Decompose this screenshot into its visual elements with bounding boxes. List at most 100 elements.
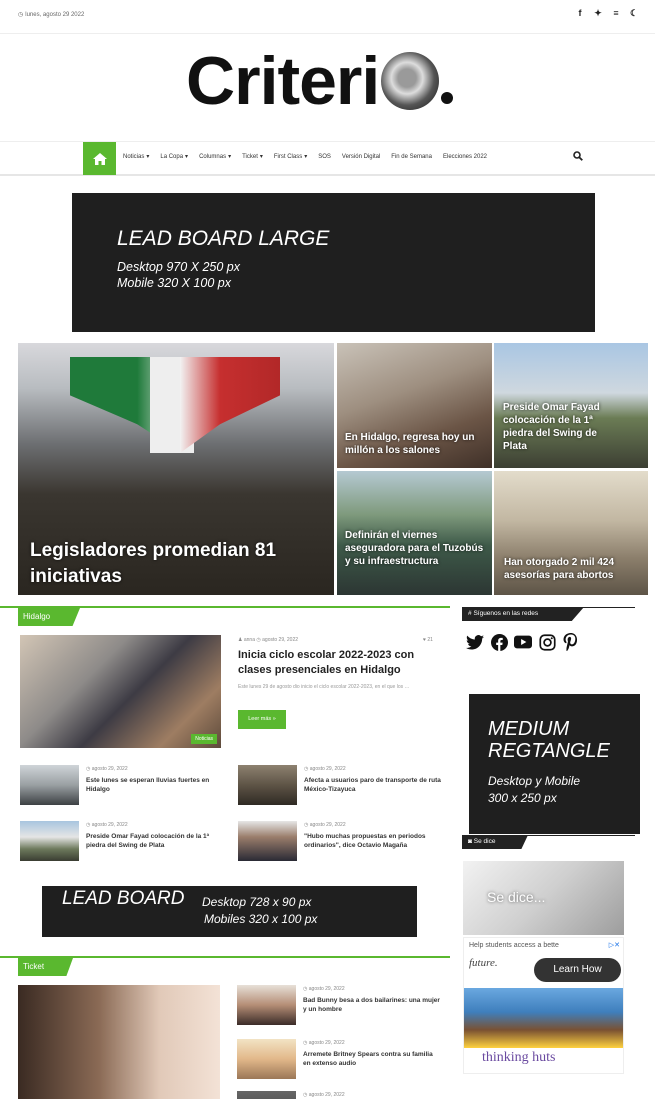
nav-item-noticias[interactable]: Noticias ▾ [123, 153, 149, 161]
flag-drape-red [180, 357, 280, 453]
list-item[interactable]: ◷ agosto 29, 2022 Bad Bunny besa a dos ba… [237, 985, 442, 1025]
sedice-text: Se dice... [487, 889, 546, 905]
ad-title: LEAD BOARD [62, 888, 185, 909]
hero-main-title[interactable]: Legisladores promedian 81 iniciativas [30, 538, 334, 590]
pinterest-icon[interactable] [562, 633, 580, 651]
current-date: ◷ lunes, agosto 29 2022 [18, 11, 85, 19]
nav-item-columnas[interactable]: Columnas ▾ [199, 153, 231, 161]
site-logo[interactable]: Criteri [186, 42, 486, 122]
ad-sizes: Desktop y Mobile 300 x 250 px [488, 773, 580, 807]
list-item-title[interactable]: Afecta a usuarios paro de transporte de … [304, 777, 441, 793]
ad-size: 300 x 250 px [488, 791, 557, 805]
list-item-thumb[interactable] [237, 985, 296, 1025]
twitter-icon[interactable] [466, 633, 484, 651]
nav-item-version-digital[interactable]: Versión Digital [342, 153, 380, 160]
section-label-hidalgo[interactable]: Hidalgo [18, 608, 80, 626]
moon-icon[interactable]: ☾ [629, 8, 639, 18]
ad-sizes: Desktop 728 x 90 px Mobiles 320 x 100 px [202, 894, 317, 928]
hero-story-5[interactable]: Han otorgado 2 mil 424 asesorías para ab… [494, 471, 648, 595]
list-item-thumb[interactable] [20, 821, 79, 861]
list-item[interactable]: ◷ agosto 29, 2022 [237, 1091, 442, 1099]
widget-label-follow: # Síguenos en las redes [462, 607, 584, 621]
sedice-image[interactable]: Se dice... [463, 861, 624, 935]
ad-lead-board-large[interactable]: LEAD BOARD LARGE Desktop 970 X 250 px Mo… [72, 193, 595, 332]
list-item-title[interactable]: Este lunes se esperan lluvias fuertes en… [86, 777, 209, 793]
facebook-icon[interactable]: f [575, 8, 585, 18]
top-icons: f ✦ ≡ ☾ [575, 8, 639, 18]
list-item-thumb[interactable] [20, 765, 79, 805]
camera-icon: ◙ [468, 838, 472, 845]
ad-title: LEAD BOARD LARGE [117, 227, 330, 250]
list-item-thumb[interactable] [238, 821, 297, 861]
section-label-ticket[interactable]: Ticket [18, 958, 73, 976]
hero-story-2[interactable]: En Hidalgo, regresa hoy un millón a los … [337, 343, 492, 468]
nav-item-first-class[interactable]: First Class ▾ [274, 153, 307, 161]
featured-meta: ♟ anna ◷ agosto 29, 2022 [238, 637, 298, 643]
widget-label-sedice: ◙ Se dice [462, 835, 528, 849]
hero-story-3-title[interactable]: Preside Omar Fayad colocación de la 1ª p… [503, 401, 623, 453]
ad-size-mobile: Mobiles 320 x 100 px [204, 912, 318, 926]
nav-item-sos[interactable]: SOS [318, 153, 331, 160]
ad-size-desktop-mobile: Desktop y Mobile [488, 774, 581, 788]
home-icon [92, 152, 107, 165]
youtube-icon[interactable] [514, 633, 532, 651]
list-item-thumb[interactable] [237, 1039, 296, 1079]
date-text: lunes, agosto 29 2022 [25, 11, 85, 18]
nav-item-elecciones-2022[interactable]: Elecciones 2022 [443, 153, 487, 160]
nav-item-la-copa[interactable]: La Copa ▾ [160, 153, 188, 161]
section-divider-hidalgo [0, 606, 450, 608]
social-links [466, 633, 580, 651]
ad-size-mobile: Mobile 320 X 100 px [117, 276, 231, 290]
clock-icon: ◷ [18, 12, 24, 18]
logo-dot [441, 92, 454, 104]
hero-story-5-title[interactable]: Han otorgado 2 mil 424 asesorías para ab… [504, 556, 644, 582]
logo-text: Criteri [186, 43, 380, 119]
ad-size-desktop: Desktop 728 x 90 px [202, 895, 312, 909]
ad-medium-rectangle[interactable]: MEDIUM REGTANGLE Desktop y Mobile 300 x … [469, 694, 640, 834]
hero-story-3[interactable]: Preside Omar Fayad colocación de la 1ª p… [494, 343, 648, 468]
home-button[interactable] [83, 142, 116, 175]
twitter-icon[interactable]: ✦ [593, 8, 603, 18]
hero-story-4[interactable]: Definirán el viernes aseguradora para el… [337, 471, 492, 595]
nav-items: Noticias ▾ La Copa ▾ Columnas ▾ Ticket ▾ Fir… [123, 153, 487, 161]
menu-icon[interactable]: ≡ [611, 8, 621, 18]
list-item-title[interactable]: Bad Bunny besa a dos bailarines: una muj… [303, 997, 440, 1013]
featured-image[interactable]: Noticias [20, 635, 221, 748]
list-item-title[interactable]: "Hubo muchas propuestas en periodos ordi… [304, 833, 426, 849]
search-icon[interactable] [573, 151, 583, 164]
ad-title: MEDIUM REGTANGLE [488, 718, 610, 762]
list-item[interactable]: ◷ agosto 29, 2022 Arremete Britney Spears… [237, 1039, 442, 1079]
ticket-featured-image[interactable] [18, 985, 220, 1099]
instagram-icon[interactable] [538, 633, 556, 651]
list-item-thumb[interactable] [238, 765, 297, 805]
nav-item-ticket[interactable]: Ticket ▾ [242, 153, 263, 161]
list-item-title[interactable]: Arremete Britney Spears contra su famili… [303, 1051, 433, 1067]
nav-item-fin-de-semana[interactable]: Fin de Semana [391, 153, 432, 160]
list-item-thumb[interactable] [237, 1091, 296, 1099]
sponsored-ad[interactable]: Help students access a bette ▷✕ future. … [463, 937, 624, 1074]
featured-title[interactable]: Inicia ciclo escolar 2022-2023 con clase… [238, 648, 443, 678]
ad-choices-icon[interactable]: ▷✕ [609, 941, 620, 949]
read-more-button[interactable]: Leer más » [238, 710, 286, 729]
ad-image [464, 988, 623, 1048]
category-badge[interactable]: Noticias [191, 734, 217, 744]
facebook-icon[interactable] [490, 633, 508, 651]
hero-grid: Legisladores promedian 81 iniciativas En… [18, 343, 648, 595]
ad-brand: thinking huts [482, 1050, 556, 1065]
hero-main-story[interactable]: Legisladores promedian 81 iniciativas [18, 343, 334, 595]
logo-o-icon [381, 52, 440, 110]
hero-story-2-title[interactable]: En Hidalgo, regresa hoy un millón a los … [345, 431, 485, 457]
ad-subtext: future. [469, 957, 498, 969]
learn-how-button[interactable]: Learn How [534, 958, 621, 982]
ad-sizes: Desktop 970 X 250 px Mobile 320 X 100 px [117, 259, 240, 291]
list-item-title[interactable]: Preside Omar Fayad colocación de la 1ª p… [86, 833, 209, 849]
comment-count[interactable]: ♥ 21 [423, 637, 433, 643]
section-divider-ticket [0, 956, 450, 958]
list-item[interactable]: ◷ agosto 29, 2022 Afecta a usuarios paro … [238, 765, 443, 805]
ad-lead-board[interactable]: LEAD BOARD Desktop 728 x 90 px Mobiles 3… [42, 886, 417, 937]
list-item[interactable]: ◷ agosto 29, 2022 Este lunes se esperan l… [20, 765, 225, 805]
hero-story-4-title[interactable]: Definirán el viernes aseguradora para el… [345, 529, 485, 568]
hashtag-icon: # [468, 610, 472, 617]
list-item[interactable]: ◷ agosto 29, 2022 Preside Omar Fayad colo… [20, 821, 225, 861]
list-item[interactable]: ◷ agosto 29, 2022 "Hubo muchas propuestas… [238, 821, 443, 861]
